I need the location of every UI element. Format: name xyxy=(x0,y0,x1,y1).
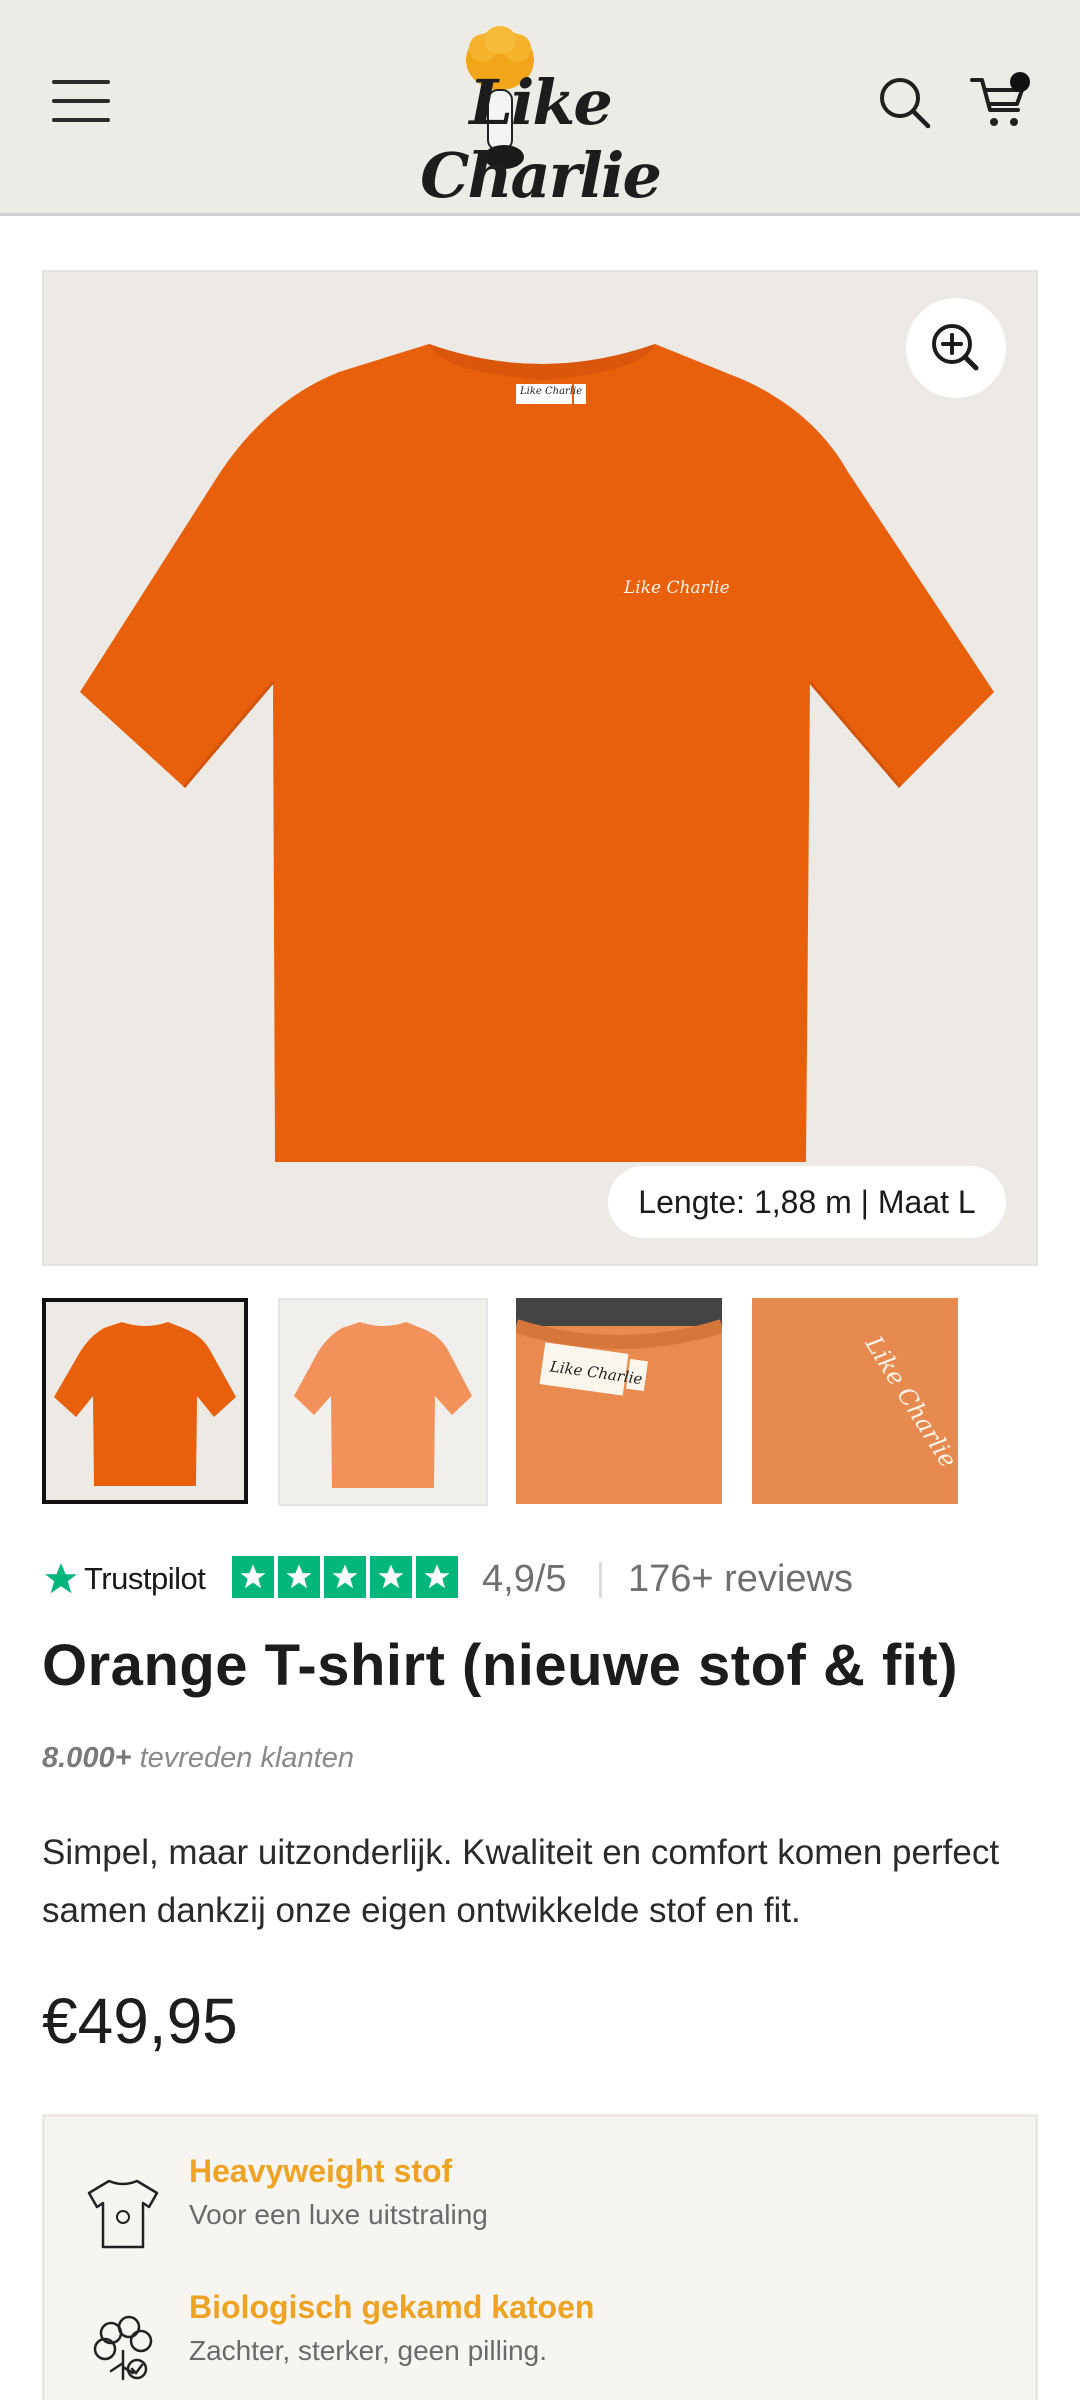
search-icon[interactable] xyxy=(876,74,932,130)
product-main-image[interactable]: Like Charlie Like Charlie Lengte: 1,88 m… xyxy=(42,270,1038,1266)
zoom-in-icon xyxy=(932,324,979,371)
star-icon xyxy=(324,1556,366,1598)
product-price: €49,95 xyxy=(42,1985,238,2057)
trustpilot-logo: Trustpilot xyxy=(42,1556,206,1602)
feature-subtitle: Voor een luxe uitstraling xyxy=(189,2199,488,2230)
image-caption: Lengte: 1,88 m | Maat L xyxy=(608,1166,1006,1238)
feature-item: Heavyweight stof Voor een luxe uitstrali… xyxy=(45,2153,1041,2263)
brand-logo[interactable]: Like Charlie xyxy=(380,22,700,212)
shirt-collar-label: Like Charlie xyxy=(520,386,583,397)
customers-count: 8.000+ xyxy=(42,1742,132,1774)
cart-badge xyxy=(1010,72,1030,92)
feature-title: Biologisch gekamd katoen xyxy=(189,2289,595,2325)
thumbnail-front[interactable] xyxy=(42,1298,248,1504)
thumbnail-back[interactable] xyxy=(278,1298,488,1506)
satisfied-customers: 8.000+ tevreden klanten xyxy=(42,1742,354,1775)
feature-box: Heavyweight stof Voor een luxe uitstrali… xyxy=(42,2114,1038,2400)
star-icon xyxy=(416,1556,458,1598)
rating-stars xyxy=(232,1556,462,1600)
thumbnail-collar-label[interactable]: Like Charlie xyxy=(516,1298,722,1504)
site-header: Like Charlie xyxy=(0,0,1080,216)
feature-title: Heavyweight stof xyxy=(189,2153,453,2189)
star-icon xyxy=(278,1556,320,1598)
zoom-button[interactable] xyxy=(906,298,1006,398)
review-count[interactable]: 176+ reviews xyxy=(628,1558,853,1601)
product-title: Orange T-shirt (nieuwe stof & fit) xyxy=(42,1633,959,1698)
feature-subtitle: Zachter, sterker, geen pilling. xyxy=(189,2335,547,2366)
rating-score: 4,9/5 xyxy=(482,1558,567,1600)
orange-tshirt-image xyxy=(80,344,994,1162)
star-icon xyxy=(232,1556,274,1598)
product-description: Simpel, maar uitzonderlijk. Kwaliteit en… xyxy=(42,1833,1000,1930)
star-icon xyxy=(370,1556,412,1598)
brand-logo-text: Like Charlie xyxy=(420,66,662,212)
tshirt-icon xyxy=(87,2179,159,2249)
shirt-chest-logo: Like Charlie xyxy=(624,578,730,598)
thumbnail-embroidery[interactable]: Like Charlie xyxy=(752,1298,958,1504)
customers-text: tevreden klanten xyxy=(131,1742,354,1774)
rating-row[interactable]: Trustpilot 4,9/5 176+ reviews xyxy=(42,1552,1042,1606)
rating-divider xyxy=(599,1562,602,1598)
trustpilot-star-icon xyxy=(45,1563,77,1594)
hamburger-menu-icon[interactable] xyxy=(52,80,110,122)
feature-item: Biologisch gekamd katoen Zachter, sterke… xyxy=(45,2289,1041,2399)
cotton-flower-icon xyxy=(93,2315,153,2381)
svg-text:Like Charlie: Like Charlie xyxy=(859,1330,958,1472)
